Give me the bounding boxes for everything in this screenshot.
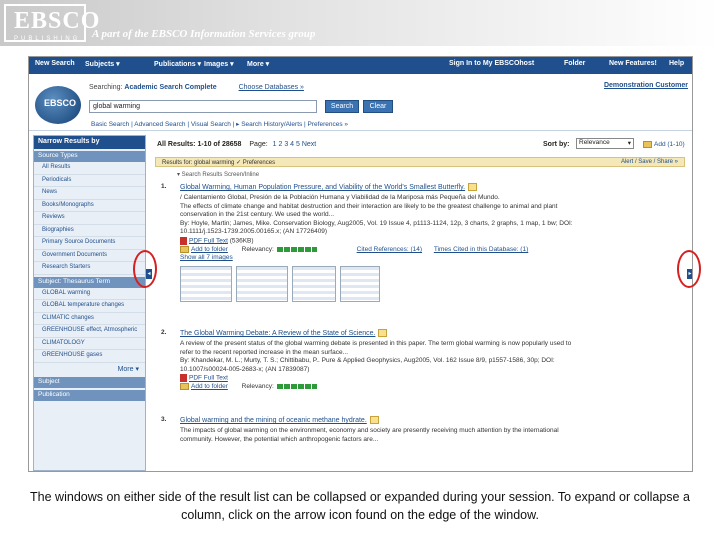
source-type-item[interactable]: Research Starters: [34, 262, 145, 275]
ebsco-publishing-logo: EBSCO PUBLISHING: [4, 4, 99, 42]
subject-item[interactable]: GLOBAL temperature changes: [34, 300, 145, 313]
preview-icon[interactable]: [468, 183, 478, 191]
publication-section-header[interactable]: Publication: [34, 389, 145, 401]
record-title[interactable]: Global warming and the mining of oceanic…: [180, 416, 379, 424]
nav-sign-in[interactable]: Sign In to My EBSCOhost: [449, 60, 534, 67]
ebsco-banner: EBSCO PUBLISHING A part of the EBSCO Inf…: [0, 0, 720, 46]
nav-new-search[interactable]: New Search: [35, 60, 75, 67]
record-abstract: The impacts of global warming on the env…: [180, 427, 559, 443]
folder-icon: [643, 141, 652, 148]
top-navigation: New Search Subjects ▾ Publications ▾ Ima…: [29, 57, 692, 74]
pdf-full-text-link[interactable]: PDF Full Text (536KB): [180, 236, 680, 246]
result-list: All Results: 1-10 of 28658 Page: 1 2 3 4…: [153, 135, 687, 471]
searching-label: Searching: Academic Search Complete Choo…: [89, 84, 304, 91]
slide-caption: The windows on either side of the result…: [30, 490, 690, 522]
nav-subjects[interactable]: Subjects ▾: [85, 60, 120, 68]
more-subjects-link[interactable]: More ▾: [34, 363, 145, 375]
subject-item[interactable]: CLIMATOLOGY: [34, 338, 145, 350]
subject-item[interactable]: GREENHOUSE effect, Atmospheric: [34, 325, 145, 338]
result-list-header: All Results: 1-10 of 28658 Page: 1 2 3 4…: [153, 135, 687, 155]
pdf-full-text-link[interactable]: PDF Full Text: [180, 374, 680, 383]
source-type-item[interactable]: Periodicals: [34, 175, 145, 187]
image-thumbnail[interactable]: [292, 266, 336, 302]
logo-subtitle: PUBLISHING: [14, 36, 81, 42]
choose-databases-link[interactable]: Choose Databases »: [239, 84, 304, 91]
record-title[interactable]: Global Warming, Human Population Pressur…: [180, 183, 478, 191]
subject-item[interactable]: GLOBAL warming: [34, 288, 145, 300]
nav-new-features[interactable]: New Features!: [609, 60, 657, 67]
add-to-folder-link[interactable]: Add to folder: [180, 245, 228, 253]
source-type-item[interactable]: News: [34, 187, 145, 200]
narrow-results-header: Narrow Results by: [34, 136, 145, 149]
page-links[interactable]: 1 2 3 4 5 Next: [273, 141, 317, 148]
sort-by-label: Sort by:: [543, 141, 570, 148]
sort-select[interactable]: Relevance ▾: [576, 138, 634, 149]
subject-item[interactable]: CLIMATIC changes: [34, 313, 145, 325]
subject-item[interactable]: GREENHOUSE gases: [34, 350, 145, 363]
pdf-icon: [180, 374, 187, 382]
logo-word: EBSCO: [14, 8, 101, 34]
times-cited-link[interactable]: Times Cited in this Database: (1): [434, 246, 528, 253]
image-thumbnail[interactable]: [340, 266, 380, 302]
folder-icon: [180, 383, 189, 391]
add-to-folder-range[interactable]: Add (1-10): [643, 141, 685, 148]
source-type-item[interactable]: Reviews: [34, 212, 145, 225]
pager: All Results: 1-10 of 28658 Page: 1 2 3 4…: [157, 141, 317, 148]
demonstration-customer-link[interactable]: Demonstration Customer: [604, 82, 688, 89]
search-area: EBSCO Searching: Academic Search Complet…: [29, 74, 692, 131]
results-screen-toggle[interactable]: ▾ Search Results Screen/Inline: [177, 171, 259, 178]
source-type-item[interactable]: Primary Source Documents: [34, 237, 145, 250]
result-record: 1. Global Warming, Human Population Pres…: [153, 183, 687, 313]
nav-help[interactable]: Help: [669, 60, 684, 67]
tagline: A part of the EBSCO Information Services…: [92, 28, 316, 40]
folder-icon: [180, 245, 189, 253]
record-abstract: / Calentamiento Global, Presión de la Po…: [180, 194, 680, 263]
database-name: Academic Search Complete: [124, 84, 217, 91]
preview-icon[interactable]: [369, 416, 379, 424]
relevancy-bar: [276, 384, 317, 390]
result-record: 3. Global warming and the mining of ocea…: [153, 416, 687, 456]
record-title[interactable]: The Global Warming Debate: A Review of t…: [180, 329, 388, 337]
highlight-circle-left: [133, 250, 157, 288]
relevancy-bar: [276, 246, 317, 252]
nav-images[interactable]: Images ▾: [204, 60, 234, 68]
add-to-folder-link[interactable]: Add to folder: [180, 383, 228, 390]
image-thumbnail[interactable]: [236, 266, 288, 302]
source-type-item[interactable]: Books/Monographs: [34, 200, 145, 212]
results-summary: All Results: 1-10 of 28658: [157, 141, 242, 148]
ebscohost-screenshot: New Search Subjects ▾ Publications ▾ Ima…: [28, 56, 693, 472]
pdf-icon: [180, 236, 187, 245]
chevron-down-icon: ▾: [627, 140, 631, 147]
source-type-item[interactable]: All Results: [34, 162, 145, 175]
subject-thesaurus-header[interactable]: Subject: Thesaurus Term: [34, 276, 145, 288]
narrow-results-panel: Narrow Results by Source Types All Resul…: [33, 135, 146, 471]
alert-save-share-link[interactable]: Alert / Save / Share »: [621, 159, 678, 165]
preview-icon[interactable]: [378, 329, 388, 337]
source-types-header[interactable]: Source Types: [34, 151, 145, 162]
nav-more[interactable]: More ▾: [247, 60, 269, 68]
nav-publications[interactable]: Publications ▾: [154, 60, 201, 68]
source-type-item[interactable]: Biographies: [34, 225, 145, 237]
search-input[interactable]: global warming: [89, 100, 317, 113]
nav-folder[interactable]: Folder: [564, 60, 585, 67]
cited-references-link[interactable]: Cited References: (14): [357, 246, 422, 253]
search-sublinks[interactable]: Basic Search | Advanced Search | Visual …: [91, 120, 348, 128]
show-images-link[interactable]: Show all 7 images: [180, 254, 680, 263]
source-type-item[interactable]: Government Documents: [34, 250, 145, 262]
image-thumbnail[interactable]: [180, 266, 232, 302]
subject-section-header[interactable]: Subject: [34, 376, 145, 388]
ebscohost-logo: EBSCO: [35, 86, 81, 124]
clear-button[interactable]: Clear: [363, 100, 393, 113]
result-record: 2. The Global Warming Debate: A Review o…: [153, 329, 687, 409]
highlight-circle-right: [677, 250, 701, 288]
image-thumbnails: [180, 266, 400, 302]
results-for-bar: Results for: global warming ✓ Preference…: [155, 157, 685, 167]
search-button[interactable]: Search: [325, 100, 359, 113]
record-abstract: A review of the present status of the gl…: [180, 340, 680, 392]
